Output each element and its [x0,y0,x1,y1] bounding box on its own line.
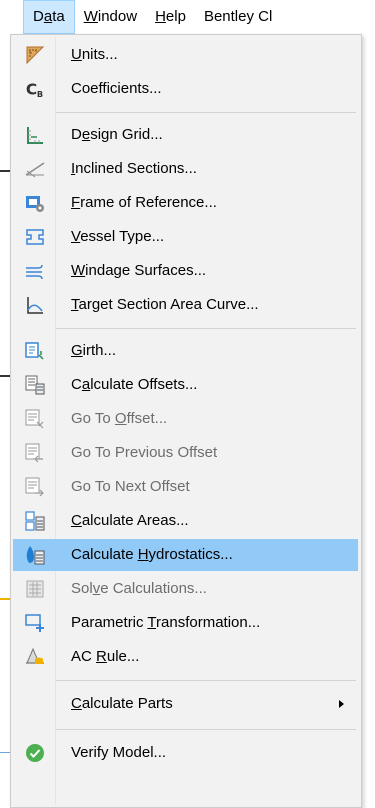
frame-of-reference-icon [25,193,45,213]
menu-item-label: Inclined Sections... [71,160,197,177]
menu-item-target-section-area-curve[interactable]: Target Section Area Curve... [13,289,358,321]
menu-item-frame-of-reference[interactable]: Frame of Reference... [13,187,358,219]
menu-item-go-to-next-offset[interactable]: Go To Next Offset [13,471,358,503]
menu-item-label: Go To Next Offset [71,478,190,495]
menu-item-label: AC Rule... [71,648,140,665]
menu-window[interactable]: Window [75,0,146,34]
menu-item-label: Solve Calculations... [71,580,207,597]
menu-data-label-c: ta [52,8,65,25]
menu-item-ac-rule[interactable]: AC Rule... [13,641,358,673]
menu-item-label: Units... [71,46,118,63]
menu-item-label: Target Section Area Curve... [71,296,259,313]
go-to-next-offset-icon [25,477,45,497]
menu-bentley-cloud[interactable]: Bentley Cl [195,0,281,34]
menu-item-label: Go To Previous Offset [71,444,218,461]
menu-item-label: Vessel Type... [71,228,165,245]
menu-item-go-to-previous-offset[interactable]: Go To Previous Offset [13,437,358,469]
menu-separator [56,680,356,681]
menu-item-parametric-transformation[interactable]: Parametric Transformation... [13,607,358,639]
design-grid-icon [25,125,45,145]
coefficients-icon: CB [25,79,45,99]
menu-window-label-b: W [83,8,98,25]
inclined-sections-icon [25,159,45,179]
data-dropdown-menu: Units... CB Coefficients... Design Grid.… [10,34,362,808]
menu-item-label: Calculate Areas... [71,512,189,529]
menu-data-label-b: a [43,8,53,25]
menu-item-label: Girth... [71,342,117,359]
menu-separator [56,328,356,329]
windage-surfaces-icon [25,261,45,281]
menu-item-calculate-hydrostatics[interactable]: Calculate Hydrostatics... [13,539,358,571]
menu-item-verify-model[interactable]: Verify Model... [13,737,358,769]
target-section-area-curve-icon [25,295,45,315]
units-icon [25,45,45,65]
vessel-type-icon [25,227,45,247]
menu-data[interactable]: Data [23,0,75,34]
menu-bar: Data Window Help Bentley Cl [0,0,375,34]
menu-item-label: Parametric Transformation... [71,614,261,631]
menu-window-label-c: indow [97,8,138,25]
menu-help-label-b: H [155,8,166,25]
menu-item-label: Calculate Hydrostatics... [71,546,233,563]
svg-text:B: B [37,89,43,99]
background-line [0,170,10,172]
go-to-offset-icon [25,409,45,429]
menu-item-inclined-sections[interactable]: Inclined Sections... [13,153,358,185]
submenu-arrow-icon [339,700,344,708]
menu-item-girth[interactable]: Girth... [13,335,358,367]
background-line [0,375,10,377]
menu-item-design-grid[interactable]: Design Grid... [13,119,358,151]
girth-icon [25,341,45,361]
ac-rule-icon [25,647,45,667]
menu-item-go-to-offset[interactable]: Go To Offset... [13,403,358,435]
menu-help[interactable]: Help [146,0,195,34]
menu-item-calculate-offsets[interactable]: Calculate Offsets... [13,369,358,401]
menu-item-windage-surfaces[interactable]: Windage Surfaces... [13,255,358,287]
svg-text:C: C [26,80,37,98]
menu-item-calculate-areas[interactable]: Calculate Areas... [13,505,358,537]
menu-item-label: Coefficients... [71,80,162,97]
calculate-offsets-icon [25,375,45,395]
verify-model-icon [25,743,45,763]
menu-item-label: Frame of Reference... [71,194,217,211]
menu-data-label-a: D [33,8,44,25]
menu-item-coefficients[interactable]: CB Coefficients... [13,73,358,105]
go-to-previous-offset-icon [25,443,45,463]
menu-item-label: Calculate Offsets... [71,376,198,393]
menu-item-label: Verify Model... [71,744,167,761]
menu-item-label: Design Grid... [71,126,163,143]
menu-item-label: Windage Surfaces... [71,262,207,279]
menu-item-label: Go To Offset... [71,410,168,427]
menu-bentley-label: Bentley Cl [203,8,273,25]
menu-item-units[interactable]: Units... [13,39,358,71]
menu-item-solve-calculations[interactable]: Solve Calculations... [13,573,358,605]
background-line [0,598,10,600]
menu-item-calculate-parts[interactable]: Calculate Parts [13,688,358,720]
background-line [0,752,10,753]
menu-item-label: Calculate Parts [71,695,173,712]
menu-separator [56,112,356,113]
menu-help-label-c: elp [165,8,186,25]
calculate-areas-icon [25,511,45,531]
parametric-transformation-icon [25,613,45,633]
calculate-hydrostatics-icon [25,545,45,565]
menu-separator [56,729,356,730]
menu-item-vessel-type[interactable]: Vessel Type... [13,221,358,253]
solve-calculations-icon [25,579,45,599]
